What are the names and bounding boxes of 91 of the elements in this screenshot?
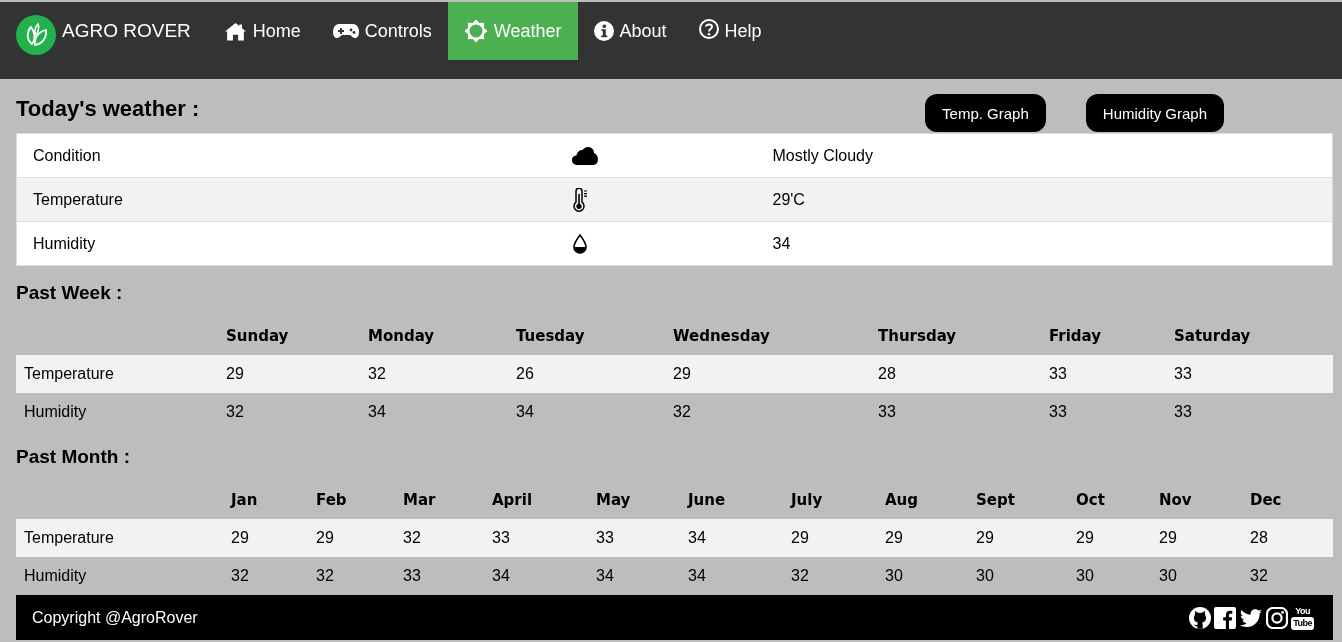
table-cell: 34 bbox=[680, 557, 783, 595]
humidity-graph-button[interactable]: Humidity Graph bbox=[1085, 94, 1224, 132]
table-cell: 30 bbox=[877, 557, 968, 595]
column-header: Jan bbox=[223, 481, 308, 519]
table-cell: 29 bbox=[308, 519, 395, 557]
column-header: Monday bbox=[360, 317, 508, 355]
table-cell: 33 bbox=[395, 557, 484, 595]
copyright-text: Copyright @AgroRover bbox=[32, 608, 198, 627]
table-cell: 33 bbox=[484, 519, 588, 557]
column-header: Tuesday bbox=[508, 317, 665, 355]
column-header: Nov bbox=[1151, 481, 1242, 519]
table-cell: 32 bbox=[223, 557, 308, 595]
section-title: Past Week : bbox=[16, 281, 124, 305]
row-header: Temperature bbox=[16, 355, 218, 393]
table-cell: 29 bbox=[665, 355, 870, 393]
row-label: Humidity bbox=[16, 221, 557, 266]
table-cell: 34 bbox=[588, 557, 680, 595]
home-icon bbox=[223, 21, 247, 41]
column-header: Sunday bbox=[218, 317, 360, 355]
instagram-icon[interactable] bbox=[1266, 606, 1289, 629]
table-cell: 34 bbox=[680, 519, 783, 557]
table-cell: Mostly Cloudy bbox=[756, 133, 1333, 178]
nav-tab[interactable]: Home bbox=[207, 2, 317, 60]
table-cell: 29 bbox=[968, 519, 1068, 557]
water-drop-icon bbox=[571, 233, 588, 254]
github-icon[interactable] bbox=[1189, 606, 1212, 629]
row-label: Temperature bbox=[16, 177, 557, 222]
table-cell: 34 bbox=[756, 221, 1333, 266]
table-cell: 32 bbox=[665, 393, 870, 431]
leaf-logo-icon bbox=[16, 15, 56, 55]
table-cell: 34 bbox=[360, 393, 508, 431]
column-header: April bbox=[484, 481, 588, 519]
table-cell: 29 bbox=[877, 519, 968, 557]
table-cell: 32 bbox=[218, 393, 360, 431]
row-header: Temperature bbox=[16, 519, 223, 557]
column-header: Thursday bbox=[870, 317, 1041, 355]
sun-icon bbox=[463, 19, 488, 43]
column-header: May bbox=[588, 481, 680, 519]
table-cell: 28 bbox=[1242, 519, 1333, 557]
table-cell: 29 bbox=[783, 519, 877, 557]
nav-tab[interactable]: About bbox=[577, 2, 683, 60]
column-header: Oct bbox=[1068, 481, 1151, 519]
row-label: Condition bbox=[16, 133, 557, 178]
section-title: Today's weather : bbox=[16, 95, 200, 123]
table-cell: 33 bbox=[1041, 393, 1166, 431]
row-header: Humidity bbox=[16, 557, 223, 595]
column-header: Friday bbox=[1041, 317, 1166, 355]
table-cell: 34 bbox=[508, 393, 665, 431]
column-header: Saturday bbox=[1166, 317, 1333, 355]
table-cell: 32 bbox=[783, 557, 877, 595]
thermometer-icon bbox=[571, 187, 588, 212]
table-cell: 30 bbox=[1068, 557, 1151, 595]
column-header: Dec bbox=[1242, 481, 1333, 519]
nav-tab[interactable]: Controls bbox=[316, 2, 448, 60]
info-icon bbox=[593, 21, 614, 41]
gamepad-icon bbox=[332, 23, 359, 39]
table-cell: 28 bbox=[870, 355, 1041, 393]
row-header: Humidity bbox=[16, 393, 218, 431]
column-header: Mar bbox=[395, 481, 484, 519]
column-header: June bbox=[680, 481, 783, 519]
table-cell: 32 bbox=[360, 355, 508, 393]
column-header: Aug bbox=[877, 481, 968, 519]
table-cell: 30 bbox=[968, 557, 1068, 595]
facebook-icon[interactable] bbox=[1214, 606, 1237, 629]
column-header: Wednesday bbox=[665, 317, 870, 355]
brand-name: AGRO ROVER bbox=[62, 20, 191, 42]
table-cell: 33 bbox=[870, 393, 1041, 431]
column-header: Sept bbox=[968, 481, 1068, 519]
table-cell: 30 bbox=[1151, 557, 1242, 595]
table-cell: 33 bbox=[1166, 355, 1333, 393]
table-cell: 32 bbox=[395, 519, 484, 557]
table-cell: 29 bbox=[218, 355, 360, 393]
table-cell: 29 bbox=[223, 519, 308, 557]
table-cell: 32 bbox=[308, 557, 395, 595]
table-cell: 33 bbox=[1166, 393, 1333, 431]
table-cell: 32 bbox=[1242, 557, 1333, 595]
table-cell: 26 bbox=[508, 355, 665, 393]
column-header: July bbox=[783, 481, 877, 519]
cloud-icon bbox=[571, 146, 598, 165]
table-cell: 29 bbox=[1151, 519, 1242, 557]
twitter-icon[interactable] bbox=[1239, 607, 1264, 628]
table-cell: 33 bbox=[588, 519, 680, 557]
table-cell: 29'C bbox=[756, 177, 1333, 222]
nav-tab[interactable]: Help bbox=[682, 2, 778, 60]
table-cell: 33 bbox=[1041, 355, 1166, 393]
section-title: Past Month : bbox=[16, 445, 131, 469]
help-icon bbox=[698, 19, 719, 39]
table-cell: 29 bbox=[1068, 519, 1151, 557]
temp-graph-button[interactable]: Temp. Graph bbox=[925, 94, 1046, 132]
table-cell: 34 bbox=[484, 557, 588, 595]
column-header: Feb bbox=[308, 481, 395, 519]
